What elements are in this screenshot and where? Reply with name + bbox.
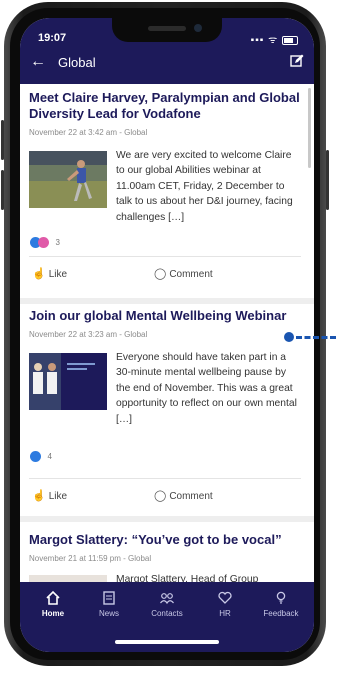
post-separator (20, 298, 314, 304)
volume-button (1, 120, 4, 160)
post-body-wrapper: We are very excited to welcome Claire to… (29, 148, 301, 225)
post-body-wrapper: Everyone should have taken part in a 30-… (29, 350, 301, 427)
compose-icon[interactable] (290, 54, 304, 68)
post-card[interactable]: Margot Slattery: “You’ve got to be vocal… (20, 524, 306, 582)
like-label: Like (48, 269, 68, 280)
post-meta: November 22 at 3:42 am - Global (29, 128, 148, 137)
reaction-count: 3 (55, 238, 60, 248)
post-body-wrapper: Margot Slattery, Head of Group (29, 572, 301, 582)
post-title[interactable]: Margot Slattery: “You’ve got to be vocal… (29, 532, 301, 548)
post-title[interactable]: Join our global Mental Wellbeing Webinar (29, 308, 301, 324)
news-icon (103, 591, 115, 605)
like-label: Like (48, 491, 68, 502)
post-card[interactable]: Join our global Mental Wellbeing Webinar… (20, 306, 306, 514)
comment-bubble-icon: ◯ (154, 490, 167, 502)
comment-label: Comment (169, 491, 213, 502)
pointer-line (296, 336, 336, 339)
post-separator (20, 516, 314, 522)
tab-hr[interactable]: HR (196, 590, 254, 618)
volume-button (1, 170, 4, 210)
scrollbar[interactable] (308, 88, 311, 168)
notch (112, 18, 222, 42)
battery-icon (282, 35, 298, 45)
tab-news[interactable]: News (80, 590, 138, 618)
tab-feedback[interactable]: Feedback (252, 590, 310, 618)
page-title: Global (58, 55, 96, 70)
comment-button[interactable]: ◯ Comment (154, 267, 213, 280)
post-thumbnail[interactable] (29, 353, 107, 410)
status-time: 19:07 (38, 32, 67, 44)
tab-contacts[interactable]: Contacts (138, 590, 196, 618)
thumbs-up-icon: ☝ (32, 268, 46, 280)
tab-label: Home (41, 609, 65, 618)
like-button[interactable]: ☝ Like (32, 489, 67, 502)
app-screen: 19:07 ▪▪▪ ᯤ ← Global Meet Claire Harvey,… (20, 18, 314, 652)
thumbs-up-icon: ☝ (32, 490, 46, 502)
post-title[interactable]: Meet Claire Harvey, Paralympian and Glob… (29, 90, 301, 122)
reactions[interactable]: 3 (30, 234, 60, 249)
post-thumbnail[interactable] (29, 151, 107, 208)
like-reaction-icon (30, 451, 41, 463)
post-thumbnail[interactable] (29, 575, 107, 582)
camera (194, 24, 202, 32)
tab-label: News (98, 609, 119, 618)
post-meta: November 21 at 11:59 pm - Global (29, 554, 152, 563)
tab-bar: Home News Contacts HR Feedback (20, 582, 314, 652)
divider (29, 256, 301, 257)
tab-label: HR (219, 609, 231, 618)
signal-icon: ▪▪▪ ᯤ (250, 35, 279, 46)
post-meta: November 22 at 3:23 am - Global (29, 330, 148, 339)
pointer-dot (284, 332, 294, 342)
back-arrow-icon[interactable]: ← (30, 54, 46, 70)
post-body: Everyone should have taken part in a 30-… (116, 352, 297, 425)
comment-button[interactable]: ◯ Comment (154, 489, 213, 502)
comment-bubble-icon: ◯ (154, 268, 167, 280)
heart-icon (218, 591, 232, 604)
reaction-count: 4 (47, 452, 52, 462)
tab-home[interactable]: Home (24, 590, 82, 618)
post-body: Margot Slattery, Head of Group (116, 574, 259, 582)
divider (29, 478, 301, 479)
tab-label: Contacts (151, 609, 183, 618)
lightbulb-icon (276, 591, 286, 604)
tab-label: Feedback (263, 609, 299, 618)
post-body: We are very excited to welcome Claire to… (116, 150, 293, 223)
app-header: 19:07 ▪▪▪ ᯤ ← Global (20, 18, 314, 84)
post-card[interactable]: Meet Claire Harvey, Paralympian and Glob… (20, 84, 306, 296)
like-button[interactable]: ☝ Like (32, 267, 67, 280)
comment-label: Comment (169, 269, 213, 280)
home-icon (46, 590, 60, 605)
reactions[interactable]: 4 (30, 448, 52, 463)
power-button (326, 150, 329, 210)
home-indicator (115, 640, 219, 644)
news-feed[interactable]: Meet Claire Harvey, Paralympian and Glob… (20, 84, 314, 582)
speaker (148, 26, 186, 31)
love-reaction-icon (38, 237, 49, 249)
contacts-icon (160, 593, 174, 605)
status-icons: ▪▪▪ ᯤ (251, 32, 298, 46)
